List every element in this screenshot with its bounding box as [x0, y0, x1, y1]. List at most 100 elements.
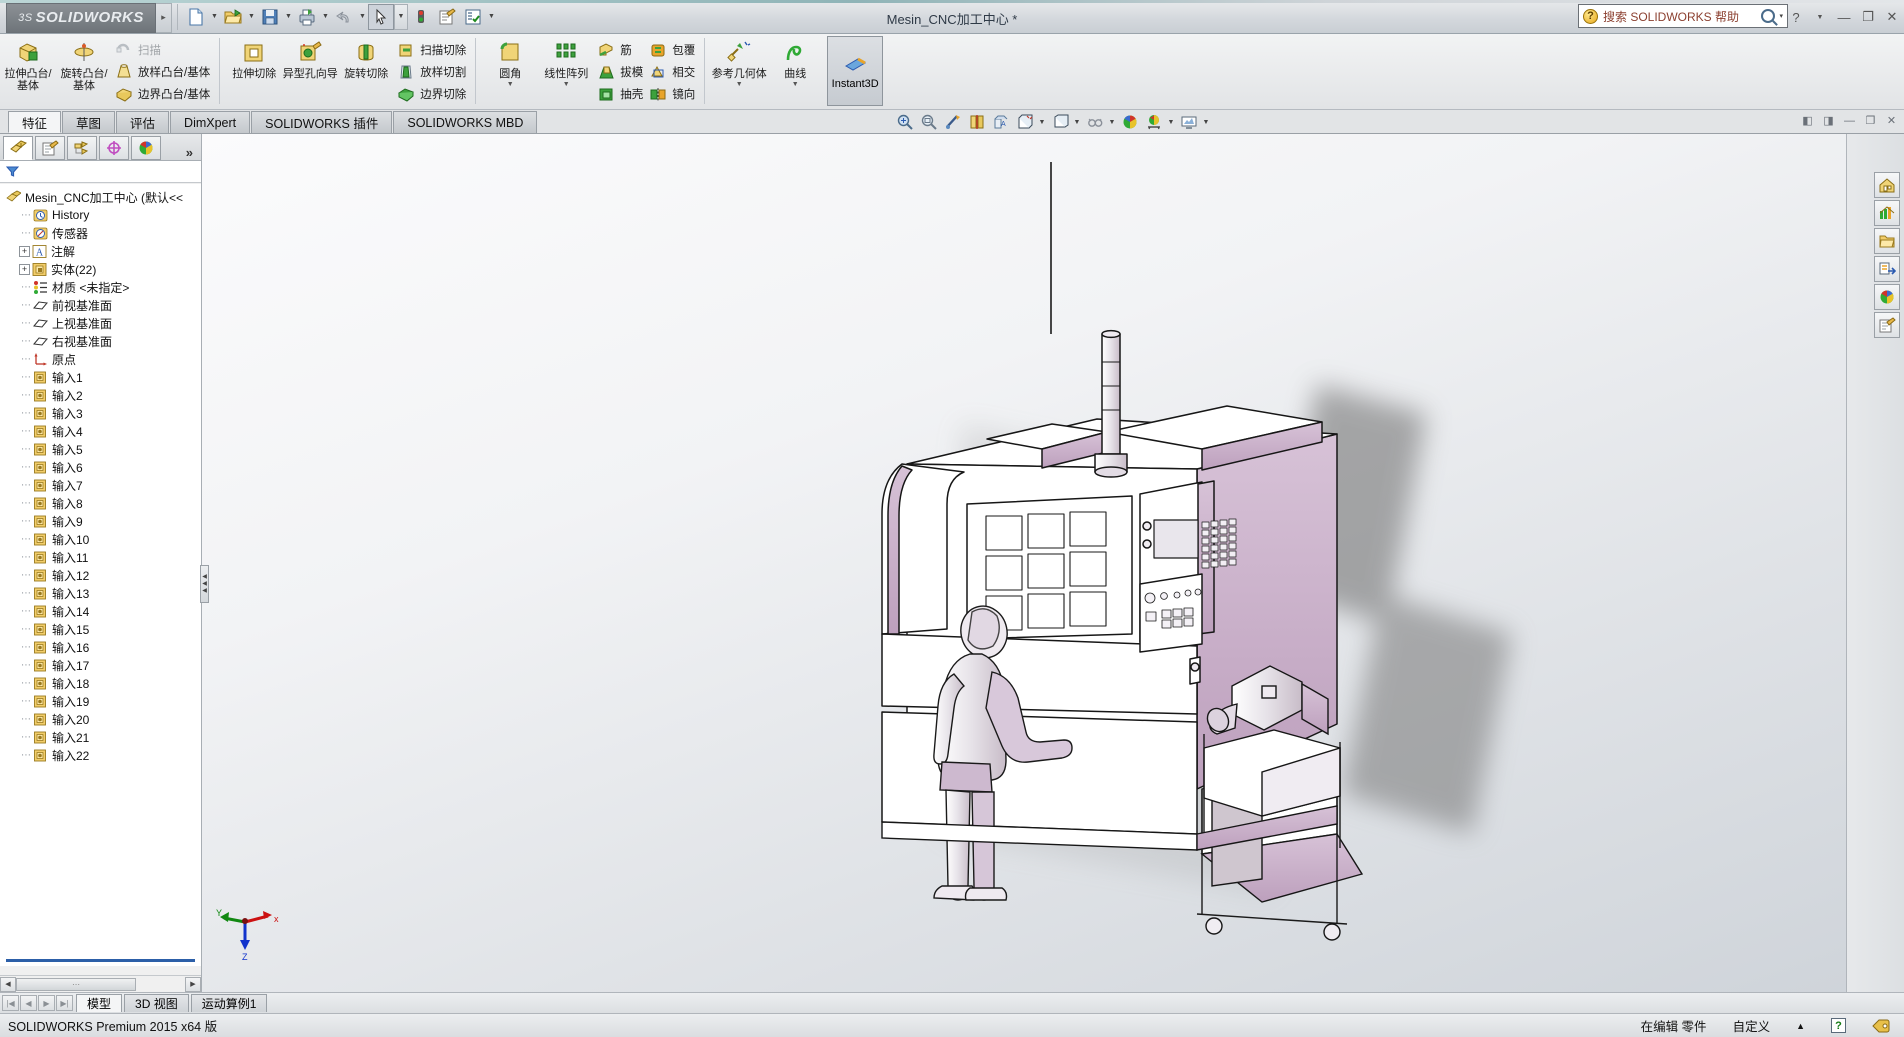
panel-resize-grip[interactable]: ◀◀◀ [200, 565, 209, 603]
restore-doc-icon[interactable]: ❐ [1862, 113, 1879, 128]
zoom-to-fit-icon[interactable] [894, 111, 916, 133]
draft-button[interactable]: 拔模 [594, 61, 646, 83]
view-orientation-panel-icon[interactable] [1178, 111, 1200, 133]
intersect-button[interactable]: 相交 [646, 61, 698, 83]
tree-item[interactable]: +A注解 [0, 242, 201, 260]
rib-button[interactable]: 筋 [594, 39, 646, 61]
extruded-boss-base-button[interactable]: 拉伸凸台/基体 [0, 36, 56, 92]
dimxpert-manager-tab[interactable] [99, 136, 129, 160]
reference-geometry-caret[interactable]: ▼ [736, 81, 743, 88]
display-style-caret[interactable]: ▼ [1038, 119, 1047, 126]
scroll-right-button[interactable]: ▶ [185, 977, 201, 992]
section-view-icon[interactable] [966, 111, 988, 133]
view-orientation-icon[interactable]: A [990, 111, 1012, 133]
tree-item[interactable]: ⋯输入20 [0, 710, 201, 728]
status-custom-label[interactable]: 自定义 [1733, 1016, 1771, 1035]
edit-appearance-icon[interactable] [1119, 111, 1141, 133]
scroll-thumb[interactable]: ⋯ [16, 978, 136, 991]
tree-item[interactable]: ⋯输入9 [0, 512, 201, 530]
minimize-icon[interactable]: — [1832, 5, 1856, 29]
extruded-cut-button[interactable]: 拉伸切除 [226, 36, 282, 80]
revolved-boss-base-button[interactable]: 旋转凸台/基体 [56, 36, 112, 92]
tree-item[interactable]: ⋯输入16 [0, 638, 201, 656]
revolved-cut-button[interactable]: 旋转切除 [338, 36, 394, 80]
boundary-boss-button[interactable]: 边界凸台/基体 [112, 83, 213, 105]
restore-right-icon[interactable]: ◨ [1820, 113, 1837, 128]
hide-show-caret[interactable]: ▼ [1108, 119, 1117, 126]
bottom-tab-3d-views[interactable]: 3D 视图 [124, 994, 189, 1012]
tree-item[interactable]: ⋯输入14 [0, 602, 201, 620]
tree-item[interactable]: ⋯上视基准面 [0, 314, 201, 332]
view-palette-button[interactable] [1874, 256, 1900, 282]
shell-button[interactable]: 抽壳 [594, 83, 646, 105]
tree-item[interactable]: ⋯输入1 [0, 368, 201, 386]
tree-item[interactable]: ⋯输入6 [0, 458, 201, 476]
nav-prev-button[interactable]: ◀ [20, 995, 37, 1011]
boundary-cut-button[interactable]: 边界切除 [394, 83, 469, 105]
tree-item[interactable]: ⋯输入8 [0, 494, 201, 512]
apply-scene-caret[interactable]: ▼ [1167, 119, 1176, 126]
fillet-button[interactable]: 圆角 ▼ [482, 36, 538, 88]
fillet-caret[interactable]: ▼ [507, 81, 514, 88]
appearances-scenes-button[interactable] [1874, 284, 1900, 310]
custom-properties-button[interactable] [1874, 312, 1900, 338]
linear-pattern-caret[interactable]: ▼ [563, 81, 570, 88]
search-caret[interactable]: ▾ [1779, 12, 1783, 20]
nav-first-button[interactable]: |◀ [2, 995, 19, 1011]
tab-sketch[interactable]: 草图 [62, 111, 115, 133]
help-caret-icon[interactable]: ▼ [1808, 5, 1832, 29]
tree-item[interactable]: ⋯输入2 [0, 386, 201, 404]
tree-item[interactable]: ⋯输入15 [0, 620, 201, 638]
tree-item[interactable]: ⋯右视基准面 [0, 332, 201, 350]
restore-left-icon[interactable]: ◧ [1799, 113, 1816, 128]
property-manager-tab[interactable] [35, 136, 65, 160]
tree-item[interactable]: ⋯输入13 [0, 584, 201, 602]
tree-item[interactable]: ⋯输入11 [0, 548, 201, 566]
tree-item[interactable]: ⋯输入4 [0, 422, 201, 440]
search-icon[interactable] [1761, 9, 1775, 23]
configuration-manager-tab[interactable] [67, 136, 97, 160]
tree-item[interactable]: ⋯输入10 [0, 530, 201, 548]
linear-pattern-button[interactable]: 线性阵列 ▼ [538, 36, 594, 88]
graphics-viewport[interactable]: x Y Z [202, 134, 1846, 992]
reference-geometry-button[interactable]: 参考几何体 ▼ [711, 36, 767, 88]
tree-item[interactable]: ⋯输入5 [0, 440, 201, 458]
zoom-to-area-icon[interactable] [918, 111, 940, 133]
tab-features[interactable]: 特征 [8, 111, 61, 133]
tree-root-item[interactable]: Mesin_CNC加工中心 (默认<< [0, 188, 201, 206]
swept-cut-button[interactable]: 扫描切除 [394, 39, 469, 61]
display-style-icon[interactable] [1014, 111, 1036, 133]
bottom-tab-motion-study[interactable]: 运动算例1 [191, 994, 268, 1012]
apply-scene-icon[interactable] [1143, 111, 1165, 133]
tree-item[interactable]: ⋯输入7 [0, 476, 201, 494]
view-settings-caret[interactable]: ▼ [1073, 119, 1082, 126]
tree-filter-bar[interactable] [0, 161, 201, 183]
curves-button[interactable]: 曲线 ▼ [767, 36, 823, 88]
rollback-bar[interactable] [6, 959, 195, 962]
close-icon[interactable]: ✕ [1880, 5, 1904, 29]
feature-tree[interactable]: Mesin_CNC加工中心 (默认<<⋯History⋯传感器+A注解+实体(2… [0, 184, 201, 966]
tree-expander[interactable]: + [19, 264, 30, 275]
view-settings-icon[interactable] [1049, 111, 1071, 133]
nav-next-button[interactable]: ▶ [38, 995, 55, 1011]
help-green-question-icon[interactable]: ? [1831, 1018, 1846, 1033]
tree-item[interactable]: ⋯输入17 [0, 656, 201, 674]
tree-item[interactable]: ⋯前视基准面 [0, 296, 201, 314]
maximize-icon[interactable]: ❐ [1856, 5, 1880, 29]
tree-item[interactable]: ⋯输入19 [0, 692, 201, 710]
curves-caret[interactable]: ▼ [792, 81, 799, 88]
status-units-caret[interactable]: ▲ [1796, 1021, 1805, 1031]
tree-item[interactable]: ⋯输入22 [0, 746, 201, 764]
tree-item[interactable]: ⋯传感器 [0, 224, 201, 242]
tree-item[interactable]: +实体(22) [0, 260, 201, 278]
tree-item[interactable]: ⋯输入18 [0, 674, 201, 692]
tree-expander[interactable]: + [19, 246, 30, 257]
help-icon[interactable]: ? [1784, 5, 1808, 29]
tree-item[interactable]: ⋯原点 [0, 350, 201, 368]
tree-item[interactable]: ⋯材质 <未指定> [0, 278, 201, 296]
minimize-doc-icon[interactable]: — [1841, 113, 1858, 128]
lofted-cut-button[interactable]: 放样切割 [394, 61, 469, 83]
search-help-box[interactable]: ? 搜索 SOLIDWORKS 帮助 ▾ [1578, 4, 1788, 28]
instant3d-button[interactable]: Instant3D [827, 36, 883, 106]
tree-horizontal-scrollbar[interactable]: ◀ ⋯ ▶ [0, 975, 201, 992]
